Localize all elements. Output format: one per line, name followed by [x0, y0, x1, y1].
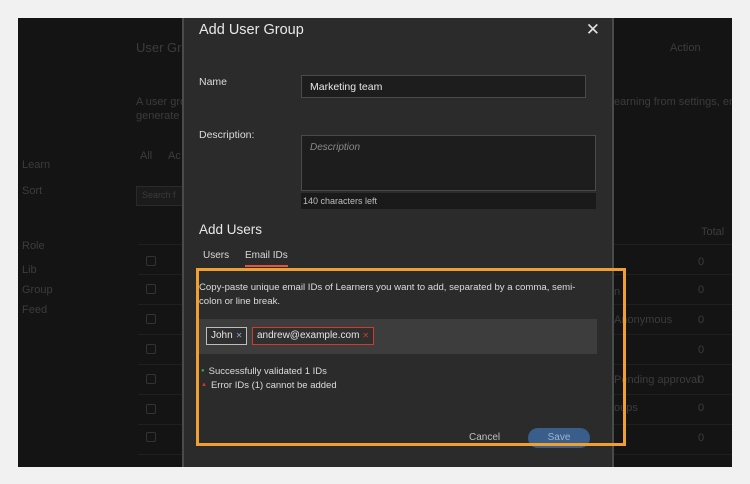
- bg-nav-item: Group: [22, 284, 53, 296]
- chip-label: andrew@example.com: [257, 330, 360, 341]
- bg-row-checkbox: [146, 432, 156, 442]
- add-user-group-dialog: Add User Group ✕ Name Description: 140 c…: [182, 18, 614, 467]
- name-label: Name: [199, 76, 228, 88]
- bg-row-count: 0: [698, 256, 705, 268]
- bg-description-line: generate r: [136, 110, 187, 122]
- bg-row-checkbox: [146, 256, 156, 266]
- bg-row-count: 0: [698, 344, 705, 356]
- dialog-title: Add User Group: [199, 22, 304, 38]
- validation-error-text: Error IDs (1) cannot be added: [210, 380, 337, 391]
- chip-label: John: [211, 330, 233, 341]
- bg-tab: All: [140, 150, 153, 162]
- bg-row-count: 0: [698, 402, 705, 414]
- bg-row-checkbox: [146, 404, 156, 414]
- bg-row-count: 0: [698, 284, 705, 296]
- bg-search-text: Search f: [142, 190, 176, 200]
- bg-description-line: A user gro: [136, 96, 187, 108]
- save-button[interactable]: Save: [528, 428, 590, 448]
- email-chip-valid: John ✕: [206, 327, 248, 345]
- bg-row-count: 0: [698, 314, 705, 326]
- bg-nav-item: Lib: [22, 264, 37, 276]
- bg-row-count: 0: [698, 432, 705, 444]
- bg-row-text: oups: [614, 402, 638, 414]
- bg-row-count: 0: [698, 374, 705, 386]
- email-chip-invalid: andrew@example.com ✕: [252, 327, 375, 345]
- success-dot-icon: ●: [201, 368, 205, 374]
- tab-users[interactable]: Users: [203, 250, 229, 265]
- bg-page-title: User Gr: [136, 40, 182, 55]
- bg-column-header: Total: [701, 226, 725, 238]
- remove-chip-icon[interactable]: ✕: [236, 331, 243, 340]
- validation-error: ▲ Error IDs (1) cannot be added: [201, 380, 337, 391]
- bg-nav-item: Learn: [22, 159, 51, 171]
- bg-row-checkbox: [146, 374, 156, 384]
- description-label: Description:: [199, 129, 255, 141]
- bg-row-text: Anonymous: [614, 314, 673, 326]
- add-users-heading: Add Users: [199, 222, 263, 237]
- bg-tab: Ac: [168, 150, 181, 162]
- group-name-input[interactable]: [301, 75, 586, 98]
- app-frame: User Gr Action A user gro generate r ear…: [18, 18, 732, 467]
- bg-row-text: Pending approval: [614, 374, 700, 386]
- bg-description-line: earning from settings, enroll th: [614, 96, 732, 108]
- remove-chip-icon[interactable]: ✕: [362, 331, 369, 340]
- description-textarea[interactable]: [301, 135, 596, 191]
- close-button[interactable]: ✕: [586, 21, 600, 38]
- error-triangle-icon: ▲: [201, 382, 207, 388]
- bg-nav-item: Role: [22, 240, 45, 252]
- bg-action-menu: Action: [670, 42, 701, 54]
- bg-nav-item: Sort: [22, 185, 43, 197]
- cancel-button[interactable]: Cancel: [469, 432, 500, 443]
- close-icon[interactable]: ✕: [586, 20, 600, 39]
- email-instructions: Copy-paste unique email IDs of Learners …: [199, 282, 576, 307]
- validation-success-text: Successfully validated 1 IDs: [208, 366, 327, 377]
- email-ids-input-area[interactable]: John ✕ andrew@example.com ✕: [199, 319, 597, 354]
- bg-row-checkbox: [146, 284, 156, 294]
- character-counter: 140 characters left: [301, 193, 596, 209]
- bg-row-text: n: [614, 286, 621, 298]
- bg-row-checkbox: [146, 314, 156, 324]
- tab-email-ids[interactable]: Email IDs: [245, 250, 288, 267]
- bg-nav-item: Feed: [22, 304, 48, 316]
- bg-row-checkbox: [146, 344, 156, 354]
- validation-success: ● Successfully validated 1 IDs: [201, 366, 327, 377]
